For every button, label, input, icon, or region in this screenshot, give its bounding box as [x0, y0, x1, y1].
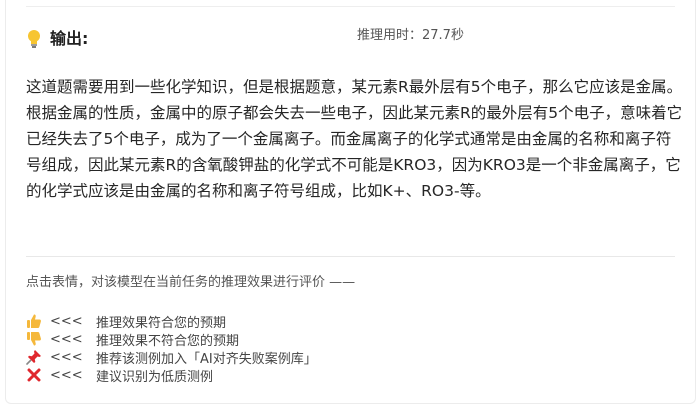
top-divider [26, 6, 675, 7]
rating-option-cross[interactable]: <<< 建议识别为低质测例 [26, 366, 317, 385]
answer-card: 输出: 推理用时：27.7秒 这道题需要用到一些化学知识，但是根据题意，某元素R… [5, 0, 696, 404]
light-bulb-icon [26, 28, 42, 50]
output-title: 输出: [50, 29, 89, 48]
rating-arrow: <<< [50, 331, 83, 347]
pushpin-icon[interactable] [26, 349, 42, 365]
elapsed-time: 推理用时：27.7秒 [357, 28, 464, 43]
rating-arrow: <<< [50, 313, 83, 329]
rating-option-label: 推理效果符合您的预期 [96, 315, 227, 331]
rating-option-pushpin[interactable]: <<< 推荐该测例加入「AI对齐失败案例库」 [26, 348, 317, 367]
rating-arrow: <<< [50, 367, 83, 383]
rating-option-thumbs-up[interactable]: <<< 推理效果符合您的预期 [26, 312, 317, 331]
rating-hint: 点击表情，对该模型在当前任务的推理效果进行评价 —— [26, 275, 356, 290]
thumbs-up-icon[interactable] [26, 313, 42, 329]
output-header: 输出: 推理用时：27.7秒 [26, 26, 675, 54]
rating-arrow: <<< [50, 349, 83, 365]
thumbs-down-icon[interactable] [26, 331, 42, 347]
section-divider [26, 256, 675, 257]
rating-option-label: 推理效果不符合您的预期 [96, 333, 240, 349]
rating-options: <<< 推理效果符合您的预期 <<< 推理效果不符合您的预期 <<< 推荐该测例… [26, 312, 317, 385]
rating-option-label: 推荐该测例加入「AI对齐失败案例库」 [96, 351, 317, 367]
model-answer-text: 这道题需要用到一些化学知识，但是根据题意，某元素R最外层有5个电子，那么它应该是… [26, 78, 683, 200]
rating-option-label: 建议识别为低质测例 [96, 369, 214, 385]
cross-mark-icon[interactable] [26, 367, 42, 383]
rating-option-thumbs-down[interactable]: <<< 推理效果不符合您的预期 [26, 330, 317, 349]
